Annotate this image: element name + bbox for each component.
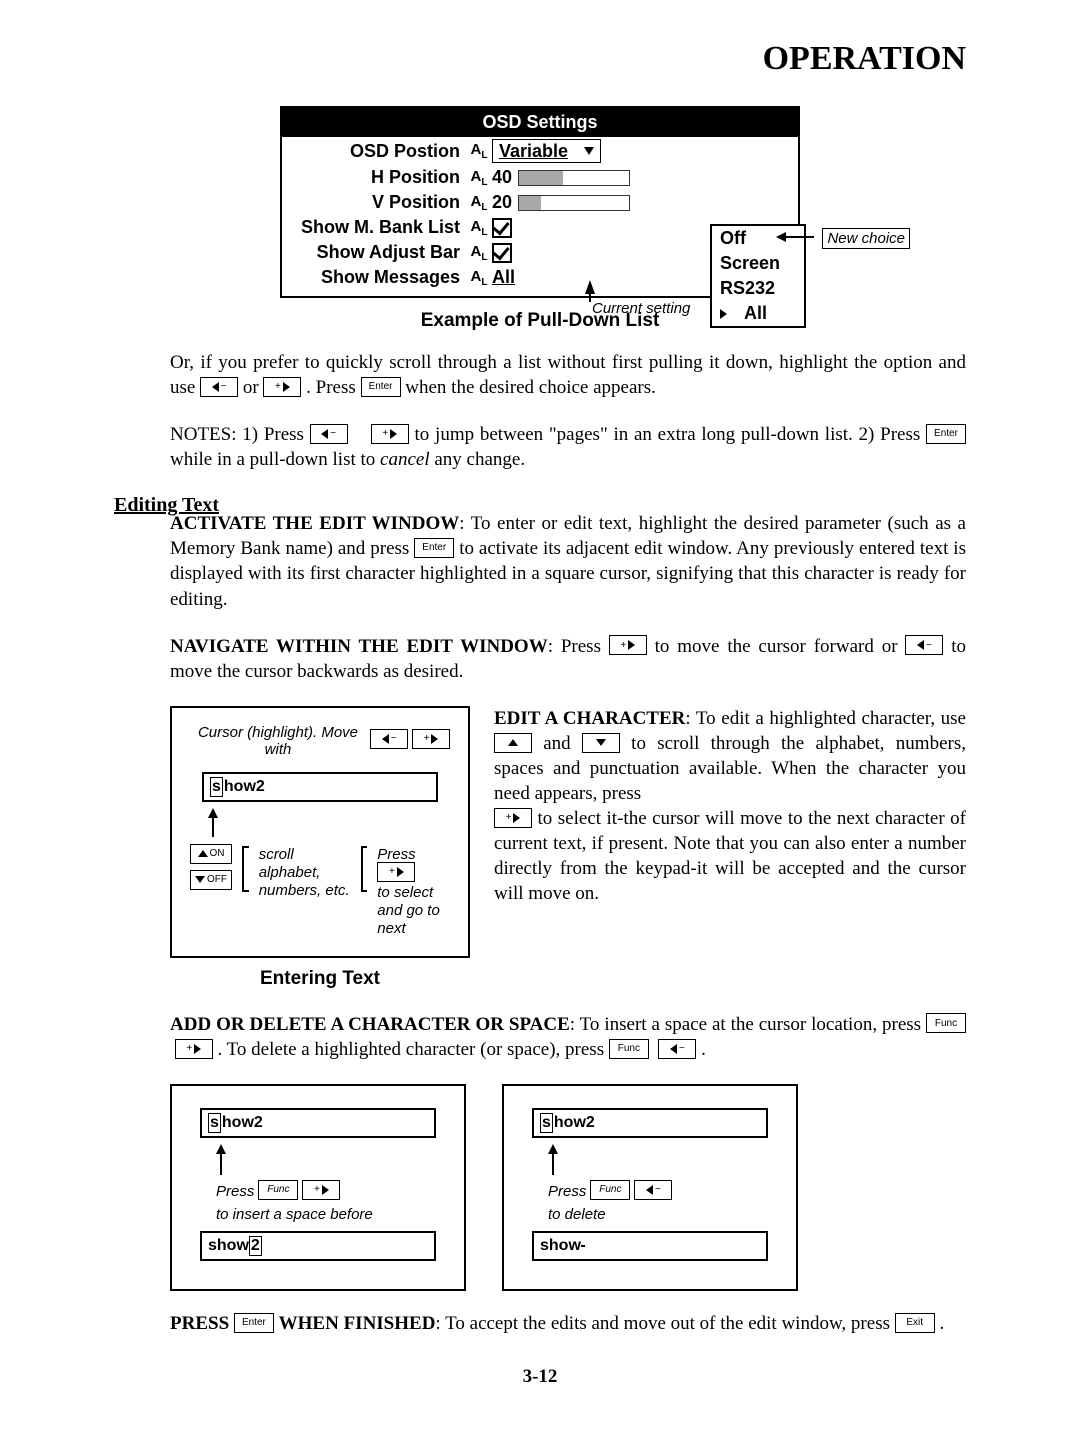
osd-position-dropdown[interactable]: Variable [492,139,601,163]
arrow-icon [548,1144,558,1154]
hint-text: scroll alphabet, numbers, etc. [259,846,351,900]
osd-h-label: H Position [290,167,466,188]
osd-adjust-label: Show Adjust Bar [290,242,466,263]
plus-right-key-icon: + [371,424,409,444]
down-key-icon [582,733,620,753]
arrow-icon [784,236,814,238]
up-key-icon [494,733,532,753]
osd-messages-dropdown-menu[interactable]: Off Screen RS232 All [710,224,806,328]
paragraph: ACTIVATE THE EDIT WINDOW: To enter or ed… [114,511,966,611]
osd-messages-label: Show Messages [290,267,466,288]
al-icon: AL [466,268,492,288]
plus-right-key-icon: + [494,808,532,828]
left-minus-key-icon: − [658,1039,696,1059]
osd-title: OSD Settings [282,108,798,137]
al-icon: AL [466,243,492,263]
left-minus-key-icon: − [634,1180,672,1200]
plus-right-key-icon: + [412,729,450,749]
edit-text-field[interactable]: show [532,1231,768,1261]
page-title: OPERATION [114,40,966,78]
entering-text-figure: Cursor (highlight). Move with − + show2 … [170,706,470,958]
plus-right-key-icon: + [377,862,415,882]
down-off-key-icon: OFF [190,870,232,890]
enter-key-icon: Enter [926,424,966,444]
arrow-icon [216,1144,226,1154]
func-key-icon: Func [609,1039,649,1059]
paragraph: NAVIGATE WITHIN THE EDIT WINDOW: Press +… [114,634,966,684]
paragraph: PRESS Enter WHEN FINISHED: To accept the… [114,1311,966,1336]
edit-text-field[interactable]: show 2 [200,1231,436,1261]
enter-key-icon: Enter [234,1313,274,1333]
paragraph: NOTES: 1) Press − + to jump between "pag… [114,422,966,472]
al-icon: AL [466,168,492,188]
left-minus-key-icon: − [905,635,943,655]
left-minus-key-icon: − [370,729,408,749]
edit-text-field[interactable]: show2 [532,1108,768,1138]
delete-char-figure: show2 Press Func − to delete show [502,1084,798,1291]
dd-item-rs232[interactable]: RS232 [712,276,804,301]
insert-space-figure: show2 Press Func + to insert a space bef… [170,1084,466,1291]
paragraph: Or, if you prefer to quickly scroll thro… [114,350,966,400]
osd-h-slider[interactable] [518,170,630,186]
up-on-key-icon: ON [190,844,232,864]
figure-caption: Example of Pull-Down List [114,310,966,332]
edit-text-field[interactable]: show2 [202,772,438,802]
hint-text: Press + to select and go to next [377,846,450,938]
osd-v-label: V Position [290,192,466,213]
new-choice-label: New choice [822,228,910,249]
page-number: 3-12 [114,1366,966,1388]
enter-key-icon: Enter [361,377,401,397]
arrow-icon [585,280,595,294]
al-icon: AL [466,218,492,238]
enter-key-icon: Enter [414,538,454,558]
edit-text-field[interactable]: show2 [200,1108,436,1138]
al-icon: AL [466,141,492,161]
osd-mbank-checkbox[interactable] [492,218,512,238]
plus-right-key-icon: + [302,1180,340,1200]
dd-item-screen[interactable]: Screen [712,251,804,276]
paragraph: EDIT A CHARACTER: To edit a highlighted … [494,706,966,990]
exit-key-icon: Exit [895,1313,935,1333]
osd-h-value: 40 [492,167,512,188]
plus-right-key-icon: + [175,1039,213,1059]
plus-right-key-icon: + [263,377,301,397]
dd-item-all[interactable]: All [712,301,804,326]
osd-figure: OSD Settings OSD Postion AL Variable H P… [280,106,800,298]
current-setting-label: Current setting [592,300,690,317]
dd-item-off[interactable]: Off [712,226,804,251]
func-key-icon: Func [258,1180,298,1200]
func-key-icon: Func [590,1180,630,1200]
osd-messages-value[interactable]: All [492,267,515,288]
osd-v-value: 20 [492,192,512,213]
paragraph: ADD OR DELETE A CHARACTER OR SPACE: To i… [114,1012,966,1062]
brace-icon [361,846,368,892]
al-icon: AL [466,193,492,213]
arrow-icon [208,808,218,818]
brace-icon [242,846,249,892]
func-key-icon: Func [926,1013,966,1033]
osd-mbank-label: Show M. Bank List [290,217,466,238]
osd-adjust-checkbox[interactable] [492,243,512,263]
figure-caption: Entering Text [170,968,470,990]
osd-position-label: OSD Postion [290,141,466,162]
plus-right-key-icon: + [609,635,647,655]
left-minus-key-icon: − [310,424,348,444]
osd-v-slider[interactable] [518,195,630,211]
left-minus-key-icon: − [200,377,238,397]
